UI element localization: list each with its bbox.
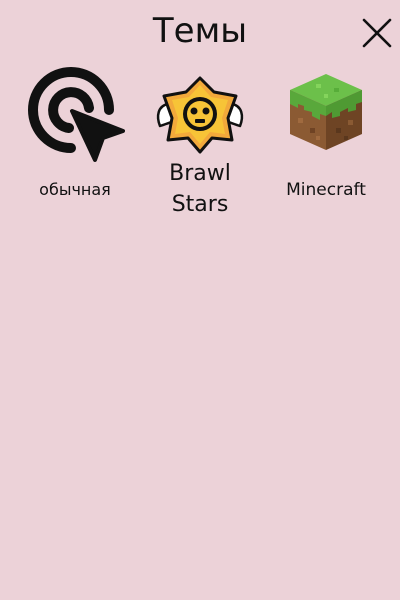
- theme-option-default[interactable]: обычная: [15, 64, 135, 200]
- theme-label: Brawl Stars: [169, 161, 231, 217]
- cursor-click-icon: [28, 67, 125, 162]
- close-icon: [362, 18, 392, 48]
- brawl-stars-star-icon: [156, 76, 244, 154]
- theme-option-brawl-stars[interactable]: Brawl Stars: [140, 74, 260, 220]
- theme-label: обычная: [39, 180, 111, 199]
- close-button[interactable]: [360, 16, 394, 50]
- minecraft-grass-block-icon: [290, 74, 362, 150]
- theme-label: Minecraft: [286, 180, 366, 200]
- page-title: Темы: [152, 11, 248, 51]
- theme-option-minecraft[interactable]: Minecraft: [266, 72, 386, 201]
